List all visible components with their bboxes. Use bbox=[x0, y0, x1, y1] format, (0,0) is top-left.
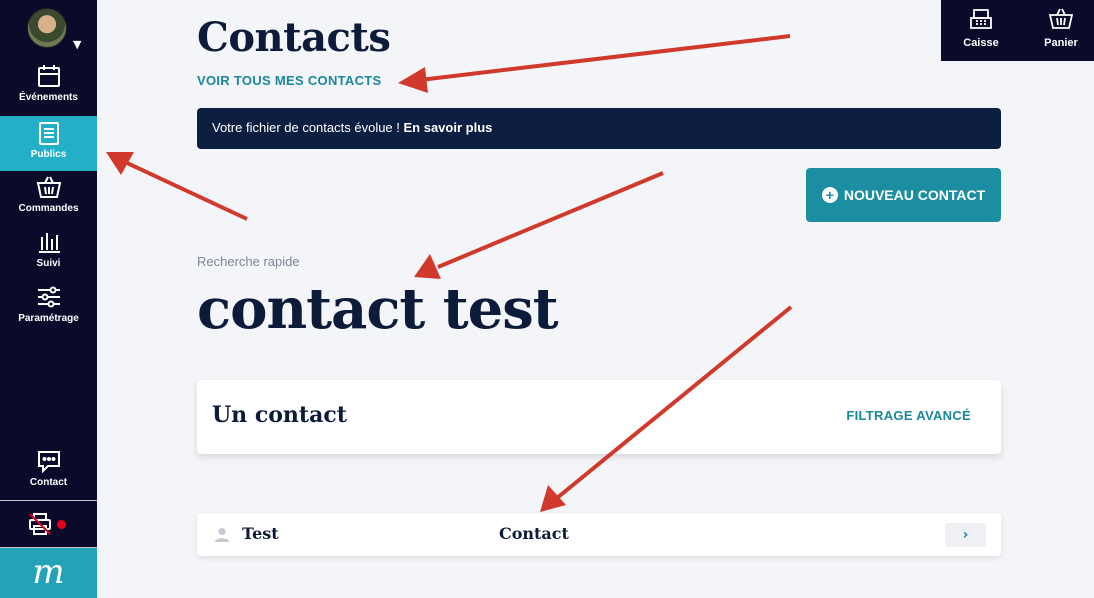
annotation-arrow bbox=[106, 152, 248, 221]
annotation-arrow bbox=[398, 34, 791, 93]
annotation-arrow bbox=[540, 305, 793, 512]
annotation-arrow bbox=[414, 171, 664, 279]
annotation-arrows bbox=[106, 34, 793, 512]
